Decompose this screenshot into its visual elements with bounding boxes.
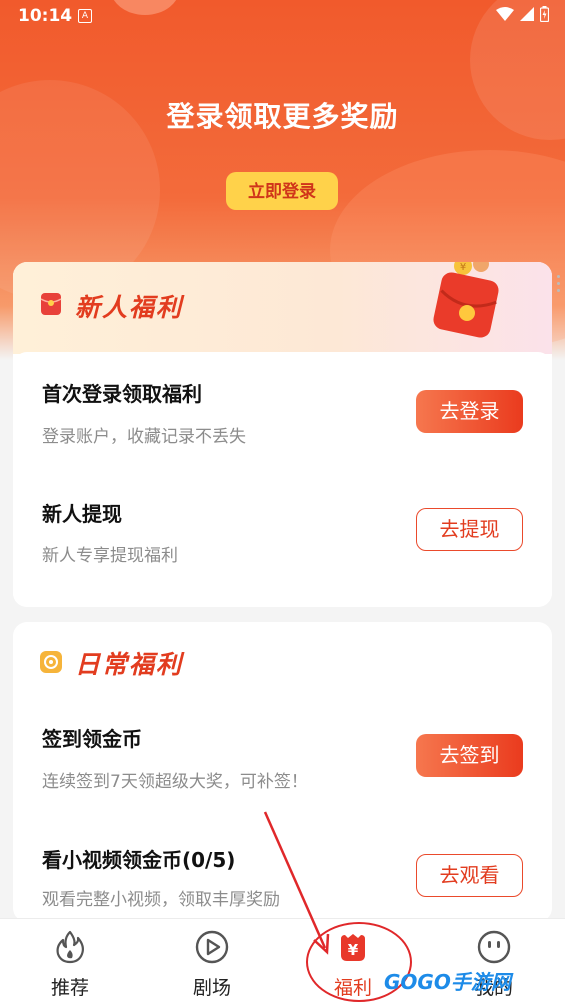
annotation-arrow (263, 811, 330, 955)
watermark: GOGO手游网 (384, 970, 511, 994)
